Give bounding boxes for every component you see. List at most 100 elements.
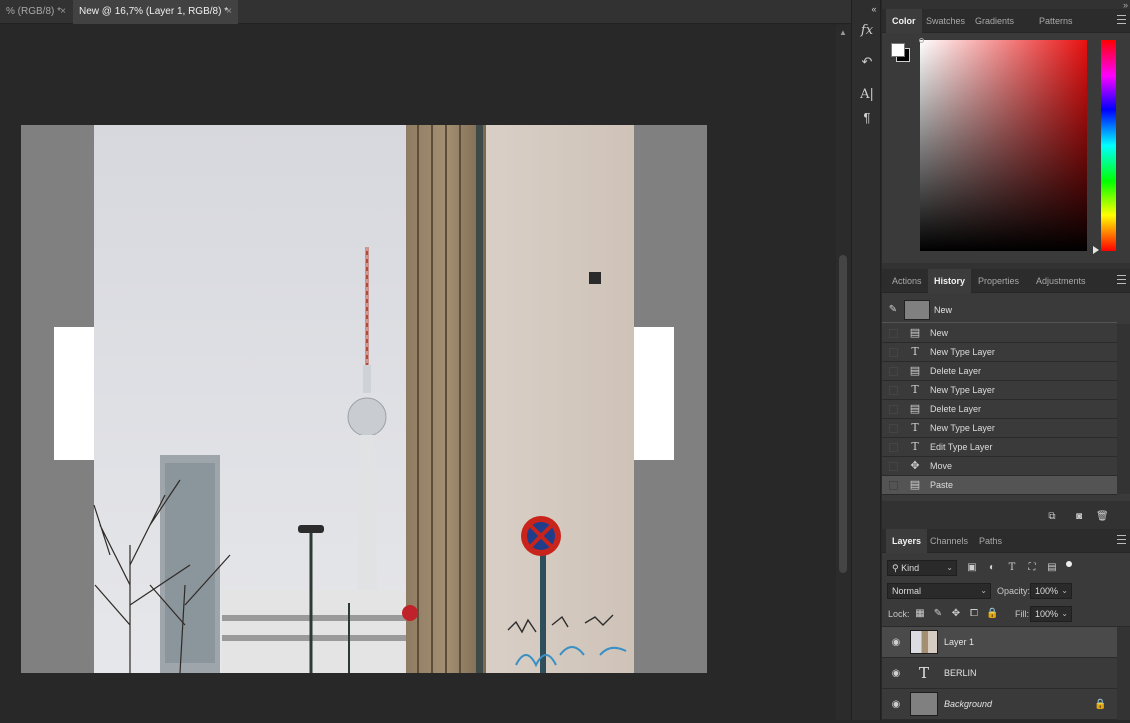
type-icon: T: [911, 421, 919, 434]
history-item[interactable]: ▤ Delete Layer: [882, 362, 1117, 381]
eye-icon[interactable]: ◉: [890, 699, 902, 711]
history-checkbox[interactable]: [889, 367, 898, 376]
opacity-field[interactable]: 100% ⌄: [1030, 583, 1072, 599]
layers-panel-tabs: Layers Channels Paths: [882, 529, 1130, 553]
color-picker-cursor[interactable]: [919, 38, 924, 43]
close-icon[interactable]: ×: [226, 0, 232, 24]
opacity-value: 100%: [1035, 586, 1059, 596]
camera-snapshot-icon[interactable]: ◙: [1073, 511, 1085, 523]
layer-name: BERLIN: [944, 668, 977, 678]
tab-properties[interactable]: Properties: [972, 269, 1025, 293]
history-item-label: New: [930, 328, 949, 338]
right-panel-dock: » Color Swatches Gradients Patterns Acti…: [882, 0, 1130, 720]
lock-all-icon[interactable]: 🔒: [986, 608, 998, 620]
close-icon[interactable]: ×: [60, 0, 66, 24]
history-checkbox[interactable]: [889, 443, 898, 452]
layer-row-layer-1[interactable]: ◉ Layer 1: [882, 627, 1117, 658]
history-brush-icon[interactable]: ↶: [858, 53, 876, 71]
history-item[interactable]: T New Type Layer: [882, 343, 1117, 362]
eye-icon[interactable]: ◉: [890, 668, 902, 680]
document-icon: ▤: [909, 403, 921, 415]
history-checkbox[interactable]: [889, 348, 898, 357]
layer-row-berlin[interactable]: ◉ T BERLIN: [882, 658, 1117, 689]
lock-position-icon[interactable]: ✥: [950, 608, 962, 620]
history-checkbox[interactable]: [889, 405, 898, 414]
layers-panel-menu-icon[interactable]: [1117, 535, 1126, 544]
canvas-area[interactable]: [0, 25, 836, 720]
tab-adjustments[interactable]: Adjustments: [1030, 269, 1092, 293]
history-brush-source-icon[interactable]: ✎: [887, 304, 899, 316]
foreground-color-swatch[interactable]: [891, 43, 905, 57]
hue-slider[interactable]: [1101, 40, 1116, 251]
history-item-label: New Type Layer: [930, 385, 995, 395]
layers-scrollbar[interactable]: [1117, 627, 1130, 720]
history-checkbox[interactable]: [889, 462, 898, 471]
document-tab-active[interactable]: New @ 16,7% (Layer 1, RGB/8) * ×: [73, 0, 238, 24]
document-canvas[interactable]: [0, 25, 836, 720]
layer-thumbnail: [910, 630, 938, 654]
lock-transparent-pixels-icon[interactable]: ▦: [914, 608, 926, 620]
filter-adjustment-layers-icon[interactable]: ◐: [986, 562, 998, 574]
history-checkbox[interactable]: [889, 386, 898, 395]
filter-type-layers-icon[interactable]: T: [1006, 562, 1018, 574]
history-item-label: Delete Layer: [930, 404, 982, 414]
tab-gradients[interactable]: Gradients: [969, 9, 1020, 33]
history-checkbox[interactable]: [889, 481, 898, 490]
history-panel-menu-icon[interactable]: [1117, 275, 1126, 284]
layer-filter-kind-select[interactable]: ⚲ Kind ⌄: [887, 560, 957, 576]
history-item[interactable]: ▤ Delete Layer: [882, 400, 1117, 419]
lock-image-pixels-icon[interactable]: ✎: [932, 608, 944, 620]
tab-layers[interactable]: Layers: [886, 529, 928, 553]
color-picker-field[interactable]: [920, 40, 1087, 251]
history-snapshot[interactable]: ✎ New: [882, 297, 1117, 323]
filter-toggle-icon[interactable]: [1066, 561, 1072, 567]
prevent-auto-nesting-icon[interactable]: ⧠: [968, 608, 980, 620]
tab-paths[interactable]: Paths: [973, 529, 1008, 553]
history-item[interactable]: T Edit Type Layer: [882, 438, 1117, 457]
history-item[interactable]: ▤ New: [882, 324, 1117, 343]
tab-channels[interactable]: Channels: [924, 529, 974, 553]
filter-pixel-layers-icon[interactable]: ▣: [966, 562, 978, 574]
character-icon[interactable]: A|: [858, 86, 876, 104]
fx-icon[interactable]: fx: [858, 22, 876, 40]
history-item-label: New Type Layer: [930, 347, 995, 357]
lock-icon[interactable]: 🔒: [1094, 699, 1106, 711]
document-icon: ▤: [909, 365, 921, 377]
layer-row-background[interactable]: ◉ Background 🔒: [882, 689, 1117, 720]
history-checkbox[interactable]: [889, 424, 898, 433]
history-scrollbar[interactable]: [1117, 324, 1130, 494]
scroll-up-icon[interactable]: ▲: [839, 28, 847, 37]
search-icon: ⚲: [892, 563, 902, 573]
filter-shape-layers-icon[interactable]: ⛶: [1026, 562, 1038, 574]
tab-patterns[interactable]: Patterns: [1033, 9, 1079, 33]
vertical-scrollbar[interactable]: ▲: [836, 25, 851, 720]
snapshot-thumbnail: [904, 300, 930, 320]
color-panel-menu-icon[interactable]: [1117, 15, 1126, 24]
paragraph-icon[interactable]: ¶: [858, 109, 876, 127]
berlin-text-fragment-right: [630, 327, 674, 460]
history-item[interactable]: ▤ Paste: [882, 476, 1117, 495]
new-document-from-state-icon[interactable]: ⧉: [1046, 511, 1058, 523]
tab-color[interactable]: Color: [886, 9, 922, 33]
layers-panel-body: ⚲ Kind ⌄ ▣ ◐ T ⛶ ▤ Normal ⌄ Opacity: 100% ⌄…: [882, 553, 1130, 720]
fill-field[interactable]: 100% ⌄: [1030, 606, 1072, 622]
history-footer: ⧉ ◙ 🗑: [882, 505, 1130, 529]
history-item[interactable]: T New Type Layer: [882, 419, 1117, 438]
history-item-label: Delete Layer: [930, 366, 982, 376]
document-tab-previous[interactable]: % (RGB/8) * ×: [0, 0, 72, 24]
scrollbar-thumb[interactable]: [839, 255, 847, 573]
trash-icon[interactable]: 🗑: [1096, 511, 1109, 523]
history-item[interactable]: T New Type Layer: [882, 381, 1117, 400]
tab-swatches[interactable]: Swatches: [920, 9, 971, 33]
tab-history[interactable]: History: [928, 269, 972, 293]
filter-smart-objects-icon[interactable]: ▤: [1046, 562, 1058, 574]
history-list: ▤ New T New Type Layer ▤ Delete Layer T New Typ…: [882, 324, 1117, 504]
hue-slider-marker[interactable]: [1093, 246, 1099, 254]
collapse-panels-icon[interactable]: «: [865, 0, 883, 18]
history-item[interactable]: ✥ Move: [882, 457, 1117, 476]
eye-icon[interactable]: ◉: [890, 637, 902, 649]
fill-value: 100%: [1035, 609, 1059, 619]
history-checkbox[interactable]: [889, 329, 898, 338]
tab-actions[interactable]: Actions: [886, 269, 928, 293]
blend-mode-select[interactable]: Normal ⌄: [887, 583, 991, 599]
